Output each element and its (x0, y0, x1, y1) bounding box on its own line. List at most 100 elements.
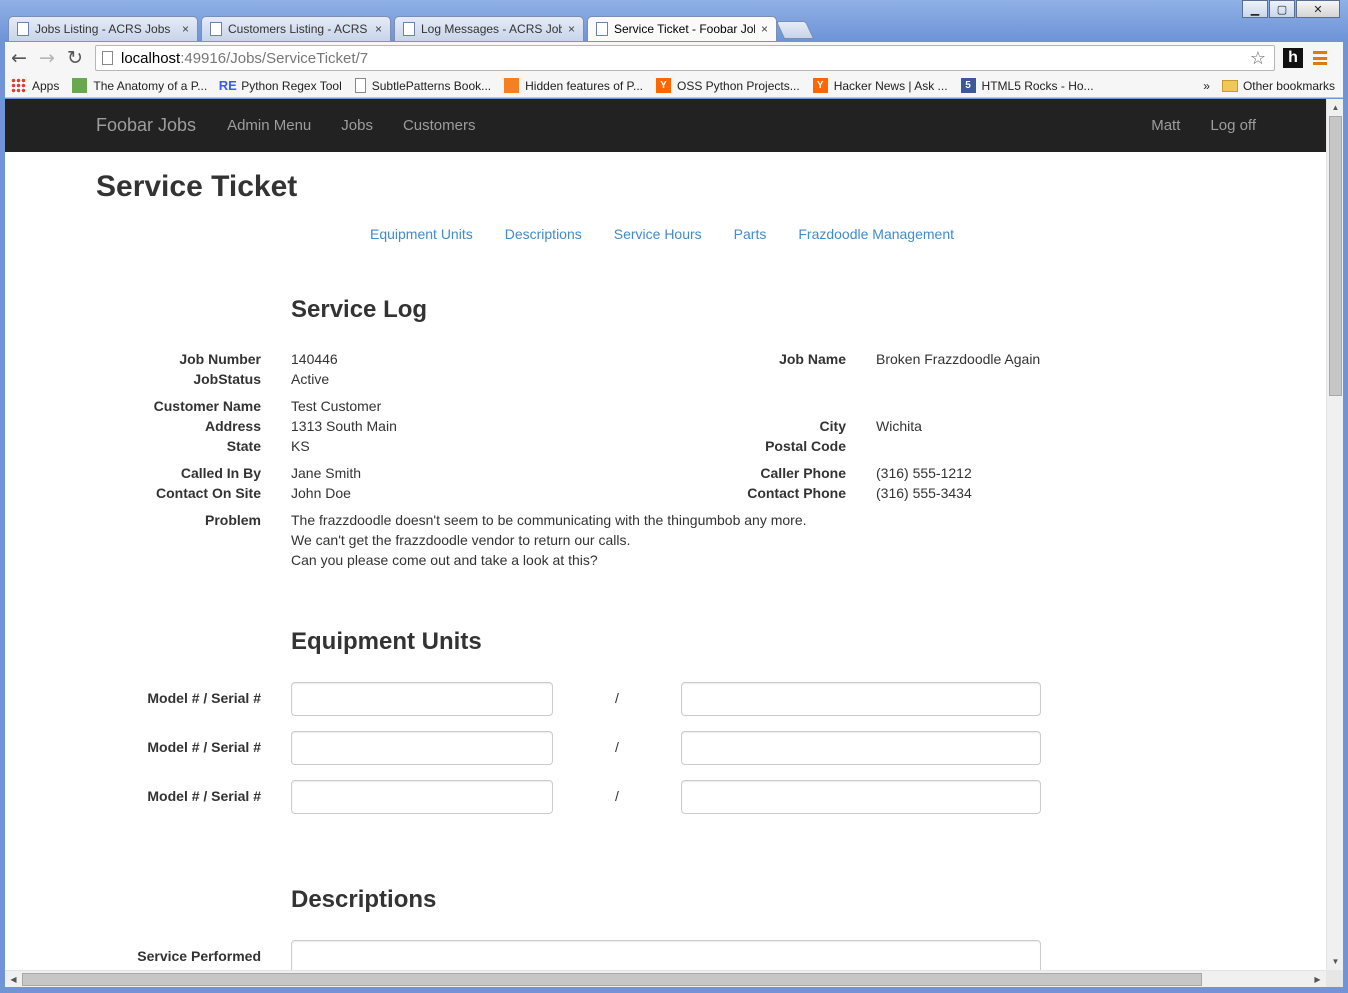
job-number-label: Job Number (179, 351, 261, 367)
caller-phone-value: (316) 555-1212 (876, 465, 972, 481)
tab-log-messages[interactable]: Log Messages - ACRS Jobs × (394, 16, 584, 41)
bookmark-anatomy[interactable]: The Anatomy of a P... (72, 78, 207, 93)
bookmark-star-icon[interactable]: ☆ (1250, 48, 1266, 69)
bookmark-apps[interactable]: Apps (11, 78, 59, 93)
horizontal-scroll-thumb[interactable] (22, 973, 1202, 986)
stack-overflow-icon (504, 78, 520, 93)
page-green-icon (72, 78, 88, 93)
problem-label: Problem (204, 512, 261, 528)
close-icon[interactable]: × (375, 22, 382, 36)
bookmark-hidden-features[interactable]: Hidden features of P... (504, 78, 643, 93)
tab-title: Jobs Listing - ACRS Jobs (35, 22, 171, 36)
customer-name-value: Test Customer (291, 398, 382, 414)
bookmark-subtlepatterns[interactable]: SubtlePatterns Book... (354, 78, 491, 93)
bookmarks-bar: Apps The Anatomy of a P... RE Python Reg… (5, 74, 1343, 98)
url-host: localhost (121, 49, 181, 67)
model-number-input[interactable] (291, 780, 553, 814)
serial-number-input[interactable] (681, 780, 1041, 814)
state-label: State (226, 438, 261, 454)
problem-line: The frazzdoodle doesn't seem to be commu… (291, 512, 807, 528)
serial-number-input[interactable] (681, 731, 1041, 765)
subnav-frazdoodle-management[interactable]: Frazdoodle Management (798, 226, 954, 242)
close-icon[interactable]: × (568, 22, 575, 36)
tab-customers-listing[interactable]: Customers Listing - ACRS × (201, 16, 391, 41)
job-status-label: JobStatus (193, 371, 261, 387)
vertical-scrollbar[interactable]: ▲ ▼ (1326, 99, 1343, 970)
minimize-button[interactable]: ▁ (1242, 0, 1268, 18)
equipment-units-heading: Equipment Units (291, 628, 482, 655)
page-icon (17, 22, 29, 36)
site-brand[interactable]: Foobar Jobs (96, 115, 196, 136)
scrollbar-corner (1326, 970, 1343, 987)
bookmarks-overflow-icon[interactable]: » (1203, 79, 1210, 93)
tab-jobs-listing[interactable]: Jobs Listing - ACRS Jobs × (8, 16, 198, 41)
model-serial-label: Model # / Serial # (147, 690, 261, 706)
chrome-menu-icon[interactable] (1313, 51, 1327, 65)
page-viewport: Foobar Jobs Admin Menu Jobs Customers Ma… (5, 99, 1343, 987)
scroll-down-icon[interactable]: ▼ (1327, 953, 1343, 970)
tab-title: Service Ticket - Foobar Jobs (614, 22, 755, 36)
nav-user-area: Matt Log off (1121, 117, 1256, 134)
contact-phone-value: (316) 555-3434 (876, 485, 972, 501)
model-serial-separator: / (615, 788, 619, 804)
bookmark-html5-rocks[interactable]: 5 HTML5 Rocks - Ho... (960, 78, 1094, 93)
subnav-descriptions[interactable]: Descriptions (505, 226, 582, 242)
customer-name-label: Customer Name (153, 398, 261, 414)
folder-icon (1221, 79, 1238, 92)
tab-strip: Jobs Listing - ACRS Jobs × Customers Lis… (8, 16, 815, 42)
service-log-heading: Service Log (291, 296, 428, 323)
model-number-input[interactable] (291, 731, 553, 765)
y-combinator-icon: Y (812, 78, 828, 93)
postal-code-label: Postal Code (765, 438, 846, 454)
html5-icon: 5 (960, 78, 976, 93)
nav-log-off[interactable]: Log off (1210, 117, 1256, 134)
nav-jobs[interactable]: Jobs (341, 117, 373, 134)
nav-user[interactable]: Matt (1151, 117, 1180, 134)
city-label: City (819, 418, 846, 434)
close-icon[interactable]: × (761, 22, 768, 36)
vertical-scroll-thumb[interactable] (1329, 116, 1342, 396)
model-serial-separator: / (615, 690, 619, 706)
address-label: Address (204, 418, 261, 434)
model-number-input[interactable] (291, 682, 553, 716)
called-in-by-label: Called In By (180, 465, 261, 481)
job-number-value: 140446 (291, 351, 338, 367)
back-button[interactable]: ← (5, 44, 33, 72)
job-name-label: Job Name (779, 351, 846, 367)
model-serial-separator: / (615, 739, 619, 755)
service-performed-textarea[interactable] (291, 940, 1041, 970)
page-icon (210, 22, 222, 36)
close-icon[interactable]: × (182, 22, 189, 36)
scroll-right-icon[interactable]: ▶ (1309, 971, 1326, 987)
page-icon (403, 22, 415, 36)
serial-number-input[interactable] (681, 682, 1041, 716)
nav-admin-menu[interactable]: Admin Menu (227, 117, 311, 134)
job-name-value: Broken Frazzdoodle Again (876, 351, 1041, 367)
subnav-equipment-units[interactable]: Equipment Units (370, 226, 473, 242)
browser-toolbar: ← → ↻ localhost:49916/Jobs/ServiceTicket… (5, 42, 1343, 74)
browser-window: ▁ ▢ ✕ Jobs Listing - ACRS Jobs × Custome… (0, 0, 1348, 993)
nav-customers[interactable]: Customers (403, 117, 476, 134)
bookmark-python-regex[interactable]: RE Python Regex Tool (218, 78, 342, 93)
bookmark-hacker-news[interactable]: Y Hacker News | Ask ... (812, 78, 948, 93)
scroll-up-icon[interactable]: ▲ (1327, 99, 1343, 116)
bookmark-oss-python[interactable]: Y OSS Python Projects... (656, 78, 800, 93)
subnav-parts[interactable]: Parts (734, 226, 767, 242)
scroll-left-icon[interactable]: ◀ (5, 971, 22, 987)
extension-h-icon[interactable]: h (1283, 48, 1303, 68)
reload-button[interactable]: ↻ (61, 44, 89, 72)
horizontal-scrollbar[interactable]: ◀ ▶ (5, 970, 1326, 987)
new-tab-button[interactable] (775, 21, 815, 39)
subnav-service-hours[interactable]: Service Hours (614, 226, 702, 242)
bookmark-other[interactable]: Other bookmarks (1221, 79, 1335, 93)
address-bar[interactable]: localhost:49916/Jobs/ServiceTicket/7 ☆ (95, 45, 1275, 71)
re-icon: RE (218, 78, 237, 93)
section-subnav: Equipment Units Descriptions Service Hou… (370, 226, 986, 242)
state-value: KS (291, 438, 310, 454)
close-window-button[interactable]: ✕ (1296, 0, 1340, 18)
maximize-button[interactable]: ▢ (1269, 0, 1295, 18)
forward-button[interactable]: → (33, 44, 61, 72)
model-serial-label: Model # / Serial # (147, 739, 261, 755)
tab-service-ticket[interactable]: Service Ticket - Foobar Jobs × (587, 16, 777, 41)
page-icon (102, 51, 113, 65)
